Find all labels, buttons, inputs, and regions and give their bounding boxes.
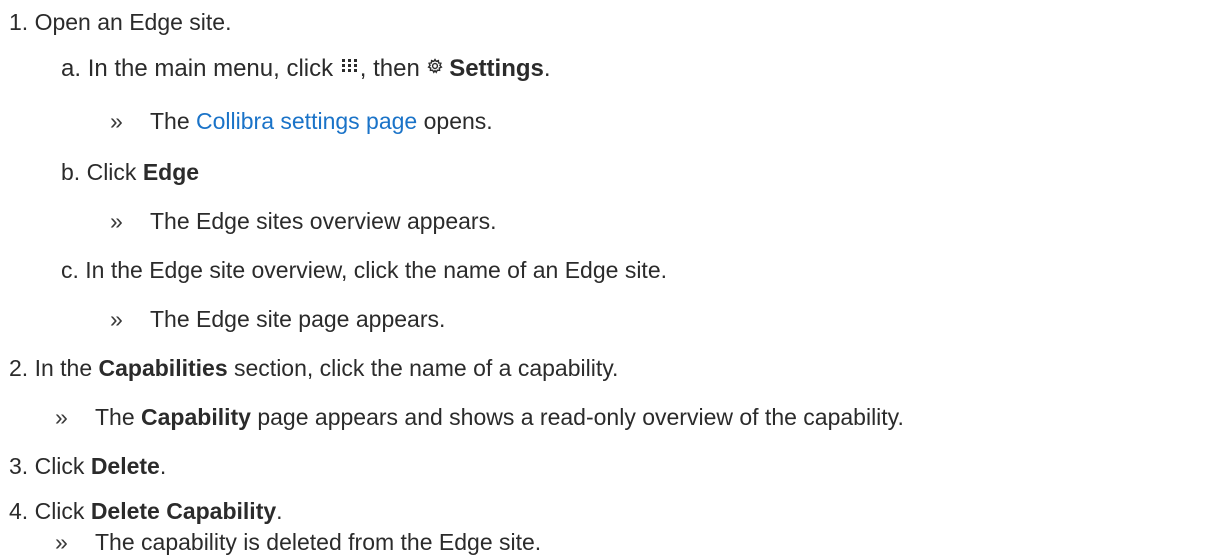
step-text: Click (34, 498, 85, 524)
step-number: b. (61, 159, 81, 185)
result-text-post: page appears and shows a read-only overv… (257, 404, 904, 430)
result-bullet: » (55, 404, 68, 430)
step-1c: c. In the Edge site overview, click the … (61, 255, 667, 285)
result-bullet: » (110, 208, 123, 234)
edge-label: Edge (142, 159, 200, 185)
step-text-post: section, click the name of a capability. (234, 355, 619, 381)
step-text-end: . (159, 453, 167, 479)
result-text: The capability is deleted from the Edge … (95, 529, 542, 555)
gear-icon (426, 52, 443, 82)
step-text: In the Edge site overview, click the nam… (85, 257, 667, 283)
result-text: The (150, 108, 190, 134)
result-bullet: » (55, 529, 68, 555)
step-number: a. (61, 55, 82, 82)
step-text-end: . (543, 55, 551, 82)
step-1a: a. In the main menu, click , then Settin… (61, 54, 551, 84)
step-1: 1. Open an Edge site. (9, 7, 232, 37)
step-number: 4. (9, 498, 29, 524)
step-4-result: » The capability is deleted from the Edge… (55, 527, 541, 557)
step-number: 1. (9, 9, 29, 35)
step-2-result: » The Capability page appears and shows a… (55, 402, 904, 432)
apps-grid-icon (340, 52, 360, 82)
step-text: Click (34, 453, 85, 479)
step-4: 4. Click Delete Capability. (9, 496, 283, 526)
step-text: In the (34, 355, 93, 381)
delete-capability-label: Delete Capability (90, 498, 277, 524)
result-text: The (95, 404, 135, 430)
settings-label: Settings (449, 55, 544, 82)
step-1b: b. Click Edge (61, 157, 199, 187)
step-text: In the main menu, click (87, 55, 334, 82)
step-number: c. (61, 257, 79, 283)
step-text-end: . (276, 498, 283, 524)
step-1a-result: » The Collibra settings page opens. (110, 106, 493, 136)
collibra-settings-link[interactable]: Collibra settings page (196, 108, 417, 134)
capability-label: Capability (141, 404, 251, 430)
result-bullet: » (110, 306, 123, 332)
step-1b-result: » The Edge sites overview appears. (110, 206, 496, 236)
step-3: 3. Click Delete. (9, 451, 166, 481)
delete-label: Delete (90, 453, 160, 479)
result-bullet: » (110, 108, 123, 134)
step-1c-result: » The Edge site page appears. (110, 304, 445, 334)
step-text-mid: , then (359, 55, 420, 82)
step-number: 2. (9, 355, 29, 381)
result-text-post: opens. (423, 108, 493, 134)
step-number: 3. (9, 453, 29, 479)
result-text: The Edge sites overview appears. (150, 208, 497, 234)
step-text: Open an Edge site. (34, 9, 232, 35)
capabilities-label: Capabilities (98, 355, 228, 381)
result-text: The Edge site page appears. (150, 306, 446, 332)
step-2: 2. In the Capabilities section, click th… (9, 353, 618, 383)
step-text: Click (86, 159, 137, 185)
